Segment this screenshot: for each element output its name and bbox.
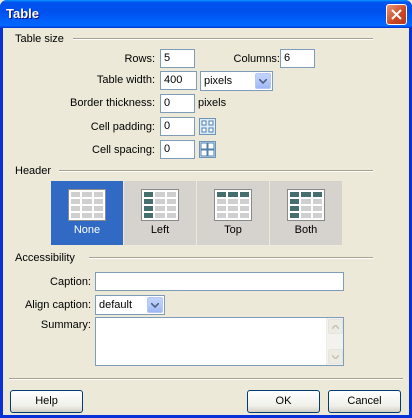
title-bar[interactable]: Table [0, 0, 412, 28]
header-option-top[interactable]: Top [197, 181, 269, 245]
table-both-header-icon [287, 189, 325, 221]
table-size-heading: Table size [15, 33, 64, 45]
header-option-label: None [73, 224, 101, 236]
dialog-title: Table [6, 6, 39, 21]
header-options: None Left Top Both [51, 181, 342, 245]
width-unit-select[interactable]: pixels [200, 71, 273, 91]
caption-input[interactable] [95, 272, 344, 291]
header-option-none[interactable]: None [51, 181, 123, 245]
align-caption-label: Align caption: [24, 299, 91, 311]
cancel-button[interactable]: Cancel [328, 390, 401, 413]
header-option-both[interactable]: Both [270, 181, 342, 245]
chevron-down-icon [332, 354, 339, 359]
cell-padding-label: Cell padding: [90, 121, 155, 133]
header-option-left[interactable]: Left [124, 181, 196, 245]
summary-textarea[interactable] [95, 317, 344, 366]
rows-label: Rows: [124, 53, 155, 65]
scroll-down-button[interactable] [328, 349, 343, 364]
columns-input[interactable]: 6 [280, 49, 315, 68]
dialog-body: Table size Rows: 5 Columns: 6 Table widt… [3, 28, 409, 415]
width-unit-value: pixels [204, 75, 233, 87]
ok-button[interactable]: OK [247, 390, 320, 413]
table-none-icon [68, 189, 106, 221]
chevron-down-icon[interactable] [255, 73, 271, 89]
cell-spacing-input[interactable]: 0 [160, 140, 195, 159]
header-option-label: Both [294, 224, 318, 236]
cell-spacing-label: Cell spacing: [92, 144, 155, 156]
help-button[interactable]: Help [10, 390, 83, 413]
caption-label: Caption: [50, 276, 91, 288]
chevron-up-icon [332, 324, 339, 329]
table-left-header-icon [141, 189, 179, 221]
header-heading: Header [15, 165, 52, 177]
header-option-label: Top [224, 224, 242, 236]
border-thickness-label: Border thickness: [70, 97, 155, 109]
columns-label: Columns: [233, 53, 280, 65]
summary-scrollbar[interactable] [326, 318, 343, 365]
summary-label: Summary: [40, 319, 91, 331]
close-button[interactable] [386, 4, 407, 25]
border-thickness-input[interactable]: 0 [160, 94, 195, 113]
table-width-input[interactable]: 400 [160, 71, 197, 90]
cell-padding-input[interactable]: 0 [160, 117, 195, 136]
table-dialog: Table Table size Rows: 5 Columns: 6 Tabl… [0, 0, 412, 418]
cell-padding-icon [199, 118, 216, 135]
divider [73, 38, 373, 40]
scroll-up-button[interactable] [328, 319, 343, 334]
header-option-label: Left [150, 224, 170, 236]
divider [89, 257, 373, 259]
align-caption-select[interactable]: default [95, 295, 165, 315]
align-caption-value: default [99, 299, 133, 311]
chevron-down-icon[interactable] [147, 297, 163, 313]
close-icon [391, 9, 402, 20]
rows-input[interactable]: 5 [160, 49, 195, 68]
divider [9, 378, 403, 380]
border-unit-label: pixels [198, 97, 227, 109]
accessibility-heading: Accessibility [15, 252, 75, 264]
cell-spacing-icon [199, 141, 216, 158]
table-top-header-icon [214, 189, 252, 221]
divider [59, 170, 373, 172]
table-width-label: Table width: [96, 74, 155, 86]
